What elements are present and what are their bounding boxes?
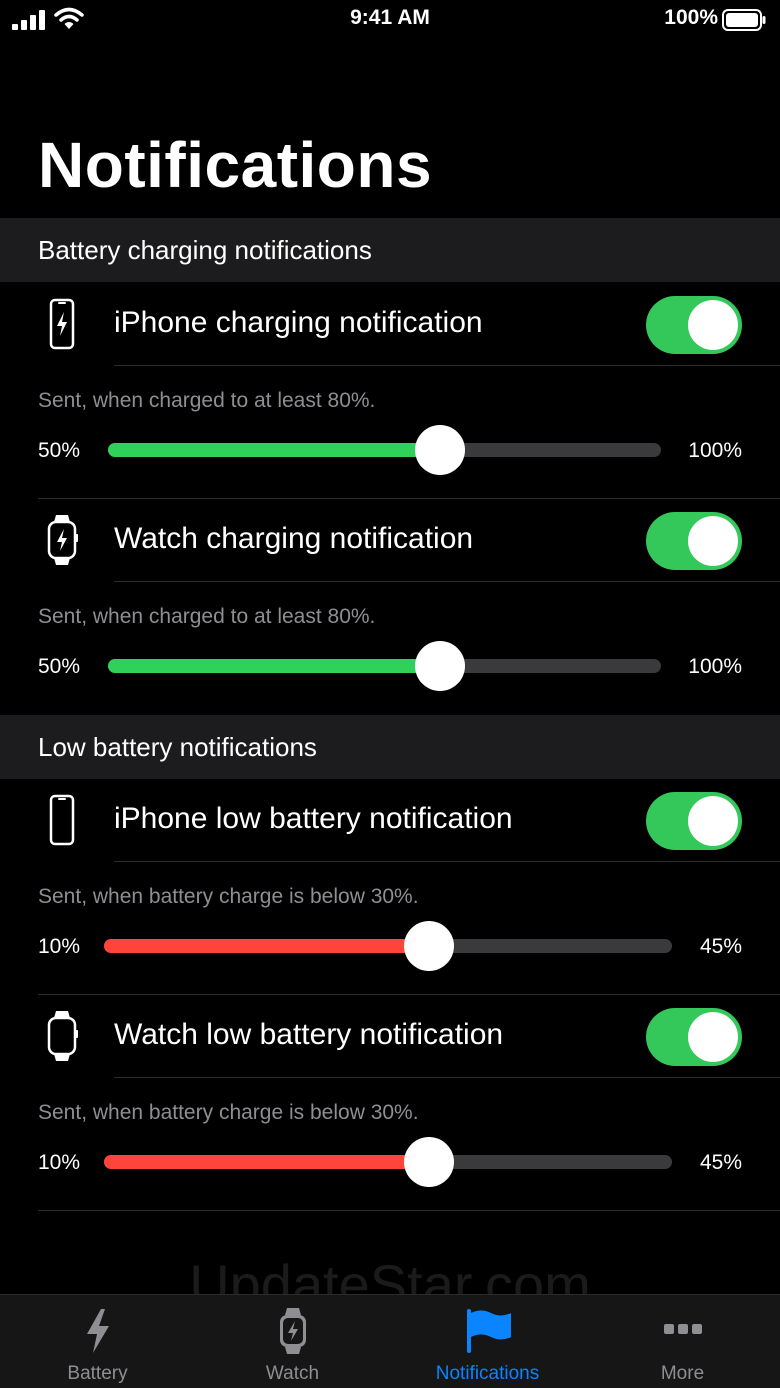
section-header-charging: Battery charging notifications — [0, 218, 780, 282]
separator — [114, 1077, 780, 1078]
watch-charging-slider-min: 50% — [38, 655, 81, 678]
iphone-charging-icon — [49, 298, 75, 350]
iphone-low-label: iPhone low battery notification — [114, 802, 513, 835]
watch-charging-slider-max: 100% — [688, 655, 742, 678]
tab-more-label: More — [660, 1363, 705, 1384]
watch-charging-row: Watch charging notification — [0, 500, 780, 582]
flag-icon — [466, 1309, 511, 1353]
watch-low-description: Sent, when battery charge is below 30%. — [38, 1101, 419, 1124]
watch-low-row: Watch low battery notification — [0, 996, 780, 1078]
slider-thumb[interactable] — [414, 641, 465, 691]
watch-low-slider-min: 10% — [38, 1151, 81, 1174]
iphone-low-slider[interactable] — [104, 921, 672, 971]
status-bar: 9:41 AM 100% — [0, 0, 780, 40]
tab-battery-label: Battery — [67, 1363, 128, 1384]
iphone-low-description: Sent, when battery charge is below 30%. — [38, 885, 419, 908]
slider-fill — [108, 443, 440, 457]
separator — [114, 365, 780, 366]
tab-bar: Battery Watch Notifications More — [0, 1294, 780, 1388]
watch-low-slider-max: 45% — [699, 1151, 742, 1174]
separator — [38, 498, 780, 499]
iphone-charging-slider-min: 50% — [38, 439, 81, 462]
iphone-low-slider-max: 45% — [699, 935, 742, 958]
watch-icon — [47, 1011, 78, 1061]
watch-charging-slider[interactable] — [108, 641, 661, 691]
watch-low-slider[interactable] — [104, 1137, 672, 1187]
separator — [114, 581, 780, 582]
iphone-low-row: iPhone low battery notification — [0, 780, 780, 862]
separator — [114, 861, 780, 862]
page-title: Notifications — [38, 129, 433, 201]
separator — [38, 1210, 780, 1211]
tab-more[interactable]: More — [585, 1295, 780, 1388]
slider-fill — [104, 939, 429, 953]
slider-fill — [108, 659, 440, 673]
battery-icon — [722, 9, 766, 31]
section-header-low-battery: Low battery notifications — [0, 715, 780, 779]
tab-watch[interactable]: Watch — [195, 1295, 390, 1388]
iphone-charging-label: iPhone charging notification — [114, 306, 483, 339]
iphone-charging-description: Sent, when charged to at least 80%. — [38, 389, 376, 412]
slider-thumb[interactable] — [403, 921, 454, 971]
watch-charging-toggle[interactable] — [646, 512, 742, 570]
battery-percent: 100% — [664, 6, 718, 29]
separator — [38, 994, 780, 995]
slider-thumb[interactable] — [414, 425, 465, 475]
tab-watch-label: Watch — [265, 1363, 320, 1384]
iphone-charging-slider-max: 100% — [688, 439, 742, 462]
iphone-charging-row: iPhone charging notification — [0, 284, 780, 366]
watch-low-toggle[interactable] — [646, 1008, 742, 1066]
section-header-label: Low battery notifications — [38, 732, 317, 762]
watch-low-label: Watch low battery notification — [114, 1018, 504, 1051]
toggle-knob — [688, 300, 738, 350]
iphone-low-slider-min: 10% — [38, 935, 81, 958]
more-dots-icon — [663, 1324, 702, 1334]
watch-bolt-icon — [279, 1308, 306, 1354]
tab-notifications-label: Notifications — [435, 1363, 540, 1384]
status-time: 9:41 AM — [350, 6, 430, 29]
iphone-icon — [49, 794, 75, 846]
watch-charging-description: Sent, when charged to at least 80%. — [38, 605, 376, 628]
iphone-charging-slider[interactable] — [108, 425, 661, 475]
watch-charging-label: Watch charging notification — [114, 522, 474, 555]
section-header-label: Battery charging notifications — [38, 235, 372, 265]
toggle-knob — [688, 1012, 738, 1062]
toggle-knob — [688, 796, 738, 846]
watch-charging-icon — [47, 515, 78, 565]
iphone-low-toggle[interactable] — [646, 792, 742, 850]
tab-notifications[interactable]: Notifications — [390, 1295, 585, 1388]
slider-fill — [104, 1155, 429, 1169]
iphone-charging-toggle[interactable] — [646, 296, 742, 354]
tab-battery[interactable]: Battery — [0, 1295, 195, 1388]
toggle-knob — [688, 516, 738, 566]
slider-thumb[interactable] — [403, 1137, 454, 1187]
bolt-icon — [86, 1309, 109, 1353]
